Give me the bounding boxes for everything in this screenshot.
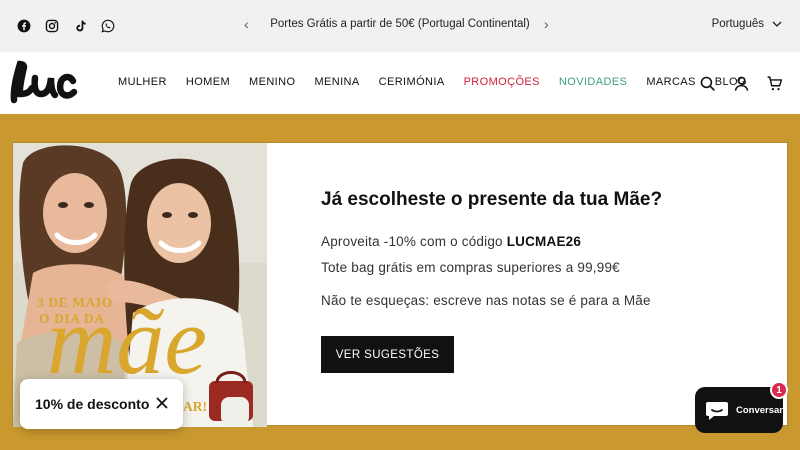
language-selector[interactable]: Português [712, 18, 782, 30]
promo-code: LUCMAE26 [506, 234, 582, 249]
promo-content: Já escolheste o presente da tua Mãe? Apr… [321, 143, 781, 427]
search-icon[interactable] [698, 74, 716, 92]
account-icon[interactable] [732, 74, 750, 92]
promo-headline: Já escolheste o presente da tua Mãe? [321, 189, 663, 210]
promo-line-code: Aproveita -10% com o código LUCMAE26 [321, 234, 581, 249]
promo-line-notes: Não te esqueças: escreve nas notas se é … [321, 293, 651, 308]
cart-icon[interactable] [766, 74, 784, 92]
promo-image-script: mãe [47, 287, 207, 394]
promo-image-tail: AR! [183, 399, 207, 414]
site-logo[interactable] [10, 60, 78, 104]
chat-notification-badge: 1 [770, 381, 788, 399]
luc-logo-icon [10, 60, 78, 104]
discount-popup[interactable]: 10% de desconto [20, 379, 183, 429]
nav-marcas[interactable]: MARCAS [646, 76, 695, 88]
chat-label: Conversar [736, 404, 783, 416]
nav-ceremonia[interactable]: CERIMÓNIA [379, 76, 445, 88]
ver-sugestoes-button[interactable]: VER SUGESTÕES [321, 336, 454, 373]
chat-bubble-icon [706, 402, 728, 420]
tiktok-icon[interactable] [66, 18, 94, 34]
nav-menino[interactable]: MENINO [249, 76, 295, 88]
facebook-icon[interactable] [10, 18, 38, 34]
header-actions [698, 74, 784, 92]
whatsapp-icon[interactable] [94, 18, 122, 34]
instagram-icon[interactable] [38, 18, 66, 34]
main-nav: MULHER HOMEM MENINO MENINA CERIMÓNIA PRO… [118, 76, 766, 88]
close-icon[interactable] [153, 394, 171, 412]
site-header: MULHER HOMEM MENINO MENINA CERIMÓNIA PRO… [0, 52, 800, 114]
nav-novidades[interactable]: NOVIDADES [559, 76, 627, 88]
promo-line-tote: Tote bag grátis em compras superiores a … [321, 260, 620, 275]
announcement-text: Portes Grátis a partir de 50€ (Portugal … [270, 18, 530, 30]
nav-homem[interactable]: HOMEM [186, 76, 230, 88]
nav-menina[interactable]: MENINA [314, 76, 359, 88]
chevron-down-icon [772, 21, 782, 27]
announcement-bar: ‹ Portes Grátis a partir de 50€ (Portuga… [0, 0, 800, 52]
promo-line-code-prefix: Aproveita -10% com o código [321, 234, 507, 249]
announcement-prev-icon[interactable]: ‹ [244, 16, 249, 32]
discount-label[interactable]: 10% de desconto [35, 396, 149, 412]
nav-promocoes[interactable]: PROMOÇÕES [464, 76, 540, 88]
language-label: Português [711, 18, 764, 30]
chat-button[interactable]: Conversar [695, 387, 783, 433]
announcement-next-icon[interactable]: › [544, 16, 549, 32]
nav-mulher[interactable]: MULHER [118, 76, 167, 88]
social-links [10, 18, 122, 34]
